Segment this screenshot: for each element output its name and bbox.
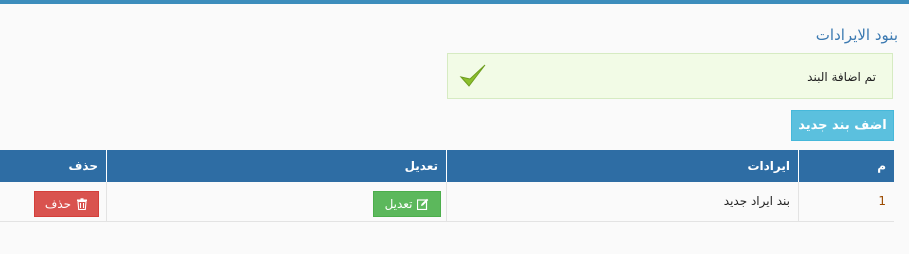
row-name: بند ايراد جديد xyxy=(446,182,798,222)
column-header-delete: حذف xyxy=(68,159,98,173)
column-header-number: م xyxy=(798,150,894,182)
page-title: بنود الايرادات xyxy=(815,26,898,44)
edit-button[interactable]: تعديل xyxy=(373,191,441,217)
edit-icon xyxy=(417,198,429,210)
main-content: بنود الايرادات تم اضافة البند اضف بند جد… xyxy=(0,4,909,254)
row-delete-cell: حذف xyxy=(0,182,106,222)
delete-button[interactable]: حذف xyxy=(34,191,99,217)
column-header-edit: تعديل xyxy=(106,150,446,182)
edit-button-label: تعديل xyxy=(384,197,413,211)
table-header: م ايرادات تعديل حذف xyxy=(0,150,894,182)
add-item-button[interactable]: اضف بند جديد xyxy=(791,110,894,141)
row-edit-cell: تعديل xyxy=(106,182,446,222)
column-header-revenues: ايرادات xyxy=(446,150,798,182)
trash-icon xyxy=(77,198,88,210)
table-row: 1 بند ايراد جديد تعديل حذف xyxy=(0,182,894,222)
check-icon xyxy=(459,64,486,87)
row-number: 1 xyxy=(798,182,894,222)
success-alert: تم اضافة البند xyxy=(447,53,893,99)
alert-message: تم اضافة البند xyxy=(807,70,876,84)
delete-button-label: حذف xyxy=(44,197,72,211)
